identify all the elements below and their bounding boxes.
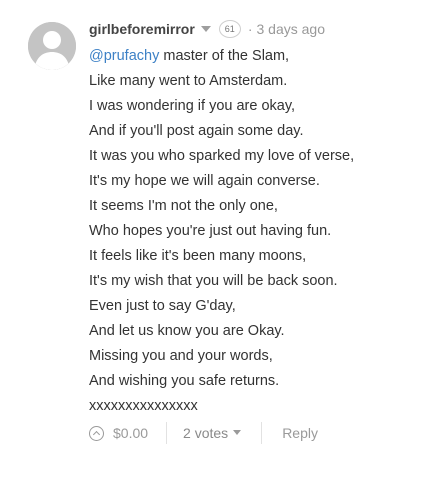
comment-line: Even just to say G'day, xyxy=(89,298,236,314)
comment-line-text: master of the Slam, xyxy=(159,48,290,64)
separator-dot: · xyxy=(247,21,253,37)
comment-line: It seems I'm not the only one, xyxy=(89,198,278,214)
comment-line: And wishing you safe returns. xyxy=(89,373,280,389)
upvote-icon[interactable] xyxy=(89,425,104,441)
chevron-down-icon xyxy=(233,430,242,435)
comment-line: I was wondering if you are okay, xyxy=(89,98,296,114)
comment-line: Missing you and your words, xyxy=(89,348,273,364)
divider xyxy=(166,422,168,444)
comment-footer: $0.00 2 votes Reply xyxy=(89,420,318,446)
votes-dropdown[interactable]: 2 votes xyxy=(183,425,242,441)
comment-line: It feels like it's been many moons, xyxy=(89,248,307,264)
comment-line: Like many went to Amsterdam. xyxy=(89,73,288,89)
comment-header: girlbeforemirror 61 · 3 days ago xyxy=(89,18,419,40)
comment-line: And if you'll post again some day. xyxy=(89,123,304,139)
mention-link[interactable]: @prufachy xyxy=(89,48,159,64)
avatar[interactable] xyxy=(28,22,76,70)
reply-button[interactable]: Reply xyxy=(282,425,318,441)
author-name[interactable]: girlbeforemirror xyxy=(89,21,195,37)
comment-line: It was you who sparked my love of verse, xyxy=(89,148,355,164)
comment-line: @prufachy master of the Slam, xyxy=(89,44,419,69)
divider xyxy=(261,422,263,444)
comment-content: girlbeforemirror 61 · 3 days ago @prufac… xyxy=(89,18,419,419)
reputation-badge: 61 xyxy=(218,20,241,38)
votes-label: 2 votes xyxy=(183,425,229,441)
comment: girlbeforemirror 61 · 3 days ago @prufac… xyxy=(0,0,426,482)
comment-line: Who hopes you're just out having fun. xyxy=(89,223,332,239)
timestamp[interactable]: 3 days ago xyxy=(256,21,325,37)
comment-line: It's my wish that you will be back soon. xyxy=(89,273,338,289)
payout-value[interactable]: $0.00 xyxy=(113,425,148,441)
comment-body: @prufachy master of the Slam, Like many … xyxy=(89,44,419,419)
comment-line: It's my hope we will again converse. xyxy=(89,173,320,189)
chevron-down-icon[interactable] xyxy=(200,26,211,32)
comment-line: xxxxxxxxxxxxxxx xyxy=(89,398,198,414)
default-user-icon xyxy=(28,22,76,70)
comment-line: And let us know you are Okay. xyxy=(89,323,285,339)
